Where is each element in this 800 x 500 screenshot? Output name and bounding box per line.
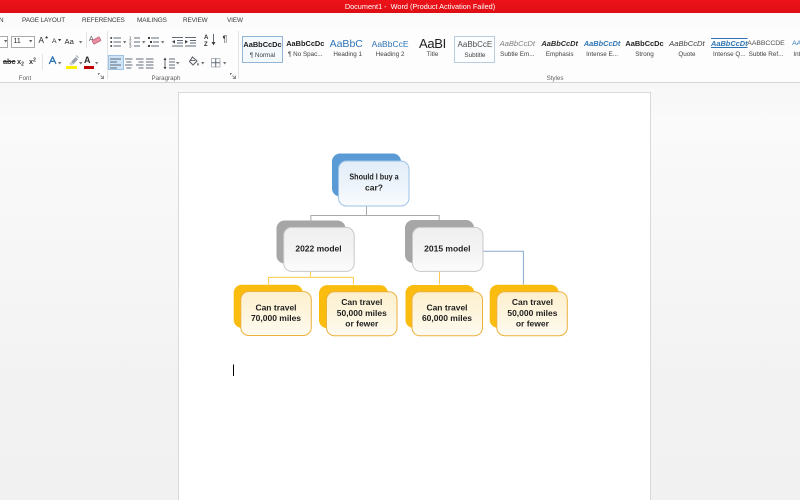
svg-text:Z: Z <box>204 42 208 47</box>
svg-text:3: 3 <box>129 43 132 48</box>
svg-text:A: A <box>204 35 209 41</box>
